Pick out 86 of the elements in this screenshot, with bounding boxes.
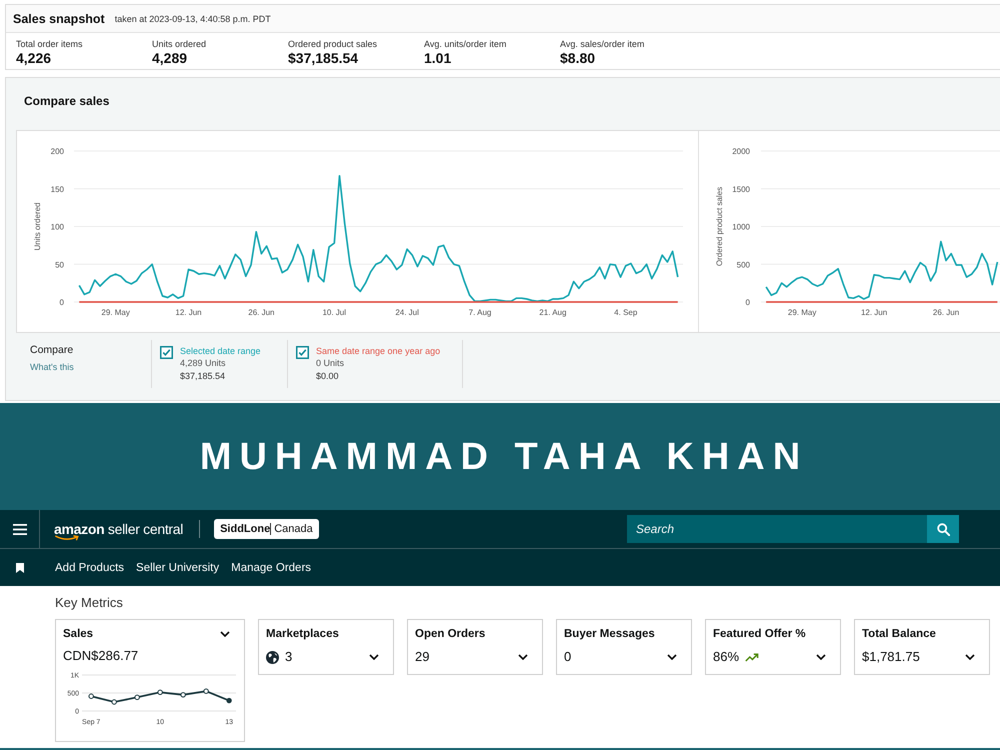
section-title: Compare sales — [24, 94, 110, 108]
timestamp: taken at 2023-09-13, 4:40:58 p.m. PDT — [114, 14, 271, 24]
axis-tick-label: 0 — [746, 298, 750, 307]
axis-tick-label: 29. May — [788, 308, 816, 317]
metric-title: Sales — [63, 627, 94, 641]
whats-this-link[interactable]: What's this — [30, 361, 74, 373]
chevron-down-icon[interactable] — [518, 654, 528, 660]
metric-label: Ordered product sales — [288, 39, 378, 50]
axis-tick-label: 200 — [50, 147, 64, 156]
data-point — [203, 688, 209, 694]
chevron-down-icon[interactable] — [965, 654, 975, 660]
axis-tick-label: 29. May — [101, 308, 130, 317]
axis-tick-label: 12. Jun — [860, 308, 888, 317]
account-switcher[interactable]: SiddLone Canada — [214, 519, 319, 539]
range-amount: $37,185.54 — [180, 370, 226, 383]
banner-title: MUHAMMAD TAHA KHAN — [198, 434, 808, 478]
chevron-down-icon[interactable] — [667, 654, 677, 660]
range-amount: $0.00 — [316, 370, 339, 383]
metric-label: Total order items — [16, 39, 83, 50]
metric-value: 0 — [564, 649, 572, 665]
axis-tick-label: 150 — [50, 184, 64, 194]
metric-value: 4,289 — [152, 50, 188, 66]
smile-arrow-icon — [55, 535, 80, 541]
axis-tick-label: 100 — [50, 222, 64, 232]
search-button[interactable] — [927, 515, 959, 543]
axis-tick-label: 10. Jul — [322, 308, 346, 317]
checkbox[interactable] — [296, 346, 309, 359]
axis-tick-label: 4. Sep — [614, 308, 638, 317]
search-icon — [936, 522, 950, 536]
data-point — [226, 698, 232, 704]
chevron-down-icon[interactable] — [816, 654, 826, 660]
search-field[interactable]: Search — [627, 515, 927, 543]
axis-tick-label: 50 — [55, 260, 64, 270]
axis-tick-label: 12. Jun — [175, 308, 202, 317]
metric-value: CDN$286.77 — [63, 648, 138, 664]
axis-tick-label: 26. Jun — [248, 308, 274, 317]
trend-up-icon — [745, 652, 760, 662]
chevron-down-icon[interactable] — [220, 631, 230, 637]
range-units: 0 Units — [316, 357, 344, 370]
data-point — [180, 692, 186, 698]
metric-value: 86% — [713, 649, 740, 665]
globe-icon — [266, 650, 279, 664]
metric-label: Avg. units/order item — [424, 39, 506, 50]
axis-tick-label: 7. Aug — [468, 308, 492, 317]
axis-tick-label: 24. Jul — [395, 308, 419, 317]
metric-value: 29 — [415, 649, 430, 665]
logo-text[interactable]: amazon seller central — [54, 521, 184, 537]
axis-tick-label: 1500 — [732, 184, 750, 194]
metric-title: Total Balance — [862, 627, 936, 641]
section-title: Key Metrics — [55, 595, 123, 611]
metric-value: 1.01 — [424, 50, 452, 66]
metric-value: $8.80 — [560, 50, 596, 66]
metric-value: $1,781.75 — [862, 649, 920, 665]
axis-tick-label: 500 — [736, 260, 750, 270]
checkbox[interactable] — [160, 346, 173, 359]
compare-label: Compare — [30, 343, 74, 357]
menu-icon — [12, 524, 26, 534]
metric-value: $37,185.54 — [288, 50, 358, 66]
axis-tick-label: 21. Aug — [539, 308, 566, 317]
axis-tick-label: 1000 — [732, 222, 750, 232]
range-label: Same date range one year ago — [316, 345, 440, 357]
range-label: Selected date range — [180, 345, 261, 357]
metric-label: Avg. sales/order item — [560, 39, 644, 50]
nav-link[interactable]: Seller University — [136, 562, 220, 574]
metric-label: Units ordered — [152, 39, 206, 50]
range-units: 4,289 Units — [180, 357, 226, 370]
metric-value: 4,226 — [16, 50, 52, 66]
axis-title: Ordered product sales — [715, 186, 724, 266]
axis-tick-label: 0 — [60, 298, 64, 307]
section-title: Sales snapshot — [13, 12, 105, 26]
nav-link[interactable]: Manage Orders — [231, 562, 312, 574]
metric-title: Open Orders — [415, 627, 486, 641]
data-point — [134, 694, 140, 700]
axis-title: Units ordered — [33, 202, 42, 251]
data-point — [88, 694, 94, 699]
bookmark-icon[interactable] — [16, 562, 24, 572]
chevron-down-icon[interactable] — [369, 654, 379, 660]
metric-title: Marketplaces — [266, 627, 339, 641]
axis-tick-label: 2000 — [732, 147, 750, 156]
axis-tick-label: 26. Jun — [932, 308, 960, 317]
metric-value: 3 — [285, 649, 292, 665]
data-point — [111, 699, 117, 705]
data-point — [157, 690, 163, 695]
metric-title: Featured Offer % — [713, 627, 806, 641]
metric-title: Buyer Messages — [564, 627, 655, 641]
nav-link[interactable]: Add Products — [55, 562, 124, 574]
